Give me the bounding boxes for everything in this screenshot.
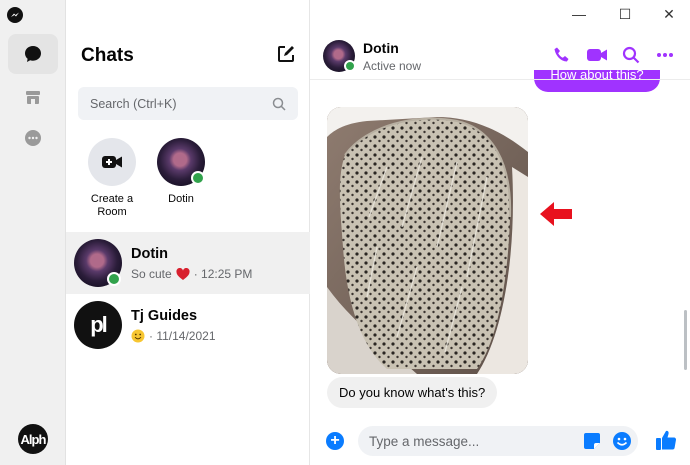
thread-time: · 11/14/2021 bbox=[149, 329, 216, 343]
search-bar[interactable]: Search (Ctrl+K) bbox=[78, 87, 298, 120]
online-indicator bbox=[191, 171, 205, 185]
video-plus-icon bbox=[88, 138, 136, 186]
app-rail: Alph bbox=[0, 0, 66, 465]
story-dotin[interactable]: Dotin bbox=[146, 138, 216, 206]
add-attachment-icon[interactable]: + bbox=[326, 432, 344, 450]
thread-tj-guides[interactable]: pl Tj Guides · 11/14/2021 bbox=[66, 294, 310, 356]
compose-icon[interactable] bbox=[276, 44, 296, 64]
shared-photo[interactable] bbox=[327, 107, 528, 374]
marketplace-nav-icon[interactable] bbox=[8, 77, 58, 117]
chat-list-panel: Chats Search (Ctrl+K) Create a Room Doti… bbox=[66, 0, 310, 465]
smile-emoji-icon bbox=[131, 329, 145, 343]
search-icon bbox=[272, 97, 286, 111]
message-composer: + bbox=[310, 418, 690, 465]
contact-name[interactable]: Dotin bbox=[363, 40, 399, 56]
online-indicator bbox=[344, 60, 356, 72]
avatar[interactable] bbox=[323, 40, 356, 72]
create-room-label: Create a Room bbox=[90, 193, 134, 218]
thread-name: Tj Guides bbox=[131, 308, 198, 324]
story-name-label: Dotin bbox=[168, 193, 194, 205]
avatar bbox=[157, 138, 205, 186]
thread-preview-text: So cute bbox=[131, 267, 172, 281]
page-title: Chats bbox=[81, 45, 134, 66]
heart-icon bbox=[176, 267, 190, 280]
online-indicator bbox=[107, 272, 121, 286]
thread-time: · 12:25 PM bbox=[193, 267, 253, 281]
avatar bbox=[74, 239, 122, 287]
messenger-logo-icon bbox=[7, 7, 23, 23]
requests-nav-icon[interactable] bbox=[8, 118, 58, 158]
conversation-panel: — ☐ ✕ How about this? Dotin Active now D… bbox=[310, 0, 690, 465]
conversation-scrollbar[interactable] bbox=[684, 310, 687, 370]
create-room-button[interactable]: Create a Room bbox=[77, 138, 147, 219]
maximize-button[interactable]: ☐ bbox=[615, 6, 635, 23]
thread-preview: · 11/14/2021 bbox=[131, 329, 216, 343]
thread-preview: So cute · 12:25 PM bbox=[131, 267, 252, 281]
sticker-icon[interactable] bbox=[583, 432, 601, 450]
search-input[interactable]: Search (Ctrl+K) bbox=[90, 97, 272, 111]
close-button[interactable]: ✕ bbox=[659, 6, 679, 23]
conversation-header: Dotin Active now bbox=[310, 30, 690, 80]
emoji-icon[interactable] bbox=[612, 431, 632, 451]
minimize-button[interactable]: — bbox=[569, 6, 589, 22]
more-options-icon[interactable] bbox=[654, 44, 676, 66]
profile-avatar[interactable]: Alph bbox=[18, 424, 48, 454]
thread-dotin[interactable]: Dotin So cute · 12:25 PM bbox=[66, 232, 310, 294]
received-message-bubble: Do you know what's this? bbox=[327, 377, 498, 408]
chats-nav-icon[interactable] bbox=[8, 34, 58, 74]
received-message-text: Do you know what's this? bbox=[339, 385, 486, 400]
thumbs-up-icon[interactable] bbox=[655, 429, 677, 451]
search-conversation-icon[interactable] bbox=[620, 44, 642, 66]
avatar: pl bbox=[74, 301, 122, 349]
red-arrow-annotation bbox=[540, 202, 572, 226]
video-call-icon[interactable] bbox=[586, 44, 608, 66]
contact-status: Active now bbox=[363, 59, 422, 73]
thread-name: Dotin bbox=[131, 246, 169, 262]
phone-icon[interactable] bbox=[551, 44, 573, 66]
